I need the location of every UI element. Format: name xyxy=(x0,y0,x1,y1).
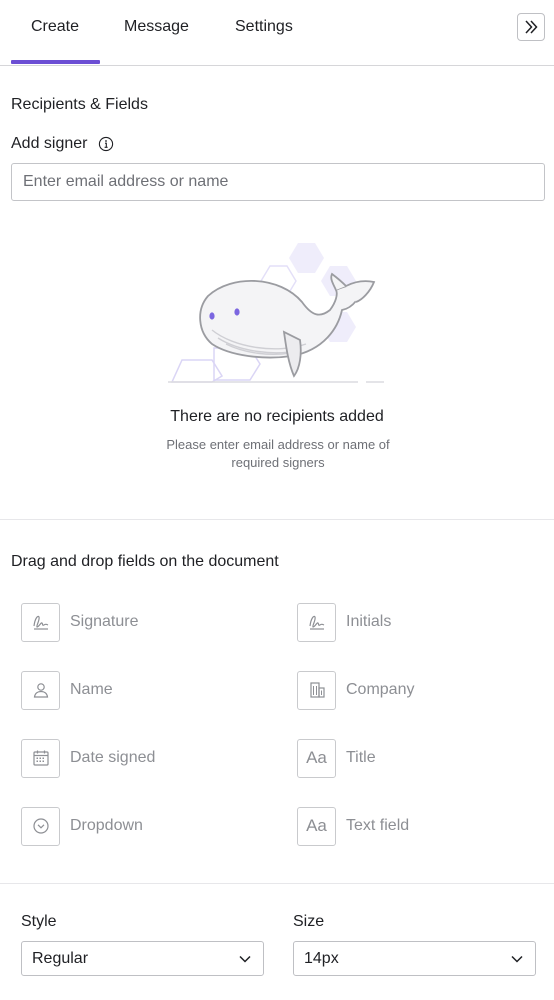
section-divider xyxy=(0,883,554,884)
collapse-panel-button[interactable] xyxy=(517,13,545,41)
add-signer-input[interactable] xyxy=(11,163,545,201)
field-initials-label: Initials xyxy=(346,613,392,630)
initials-icon xyxy=(308,615,324,630)
size-select-value: 14px xyxy=(304,949,339,967)
add-signer-row: Add signer xyxy=(11,134,114,154)
chevron-down-icon xyxy=(239,955,251,963)
field-date-signed[interactable]: Date signed xyxy=(21,738,155,778)
field-date-signed-label: Date signed xyxy=(70,749,156,766)
whale-illustration xyxy=(168,243,384,383)
field-dropdown[interactable]: Dropdown xyxy=(21,806,143,846)
field-name[interactable]: Name xyxy=(21,670,113,710)
calendar-icon xyxy=(32,750,49,766)
field-title-box: Aa xyxy=(297,738,336,778)
field-title-label: Title xyxy=(346,749,376,766)
field-company-label: Company xyxy=(346,681,415,698)
active-tab-indicator xyxy=(11,60,100,64)
section-divider xyxy=(0,519,554,520)
double-chevron-right-icon xyxy=(525,20,538,34)
recipients-section-title: Recipients & Fields xyxy=(11,96,148,113)
tab-message[interactable]: Message xyxy=(124,16,189,38)
person-icon xyxy=(33,683,48,698)
size-select[interactable]: 14px xyxy=(293,941,536,976)
field-signature-box xyxy=(21,602,60,642)
field-text-field-label: Text field xyxy=(346,817,410,834)
style-select[interactable]: Regular xyxy=(21,941,264,976)
info-icon[interactable] xyxy=(98,136,114,152)
field-title[interactable]: Aa Title xyxy=(297,738,376,778)
field-text-field-box: Aa xyxy=(297,806,336,846)
field-company[interactable]: Company xyxy=(297,670,414,710)
field-text-field[interactable]: Aa Text field xyxy=(297,806,409,846)
fields-section-title: Drag and drop fields on the document xyxy=(11,553,279,570)
field-date-signed-box xyxy=(21,738,60,778)
field-dropdown-box xyxy=(21,806,60,846)
signature-icon xyxy=(32,615,48,630)
field-name-box xyxy=(21,670,60,710)
style-select-value: Regular xyxy=(32,949,89,967)
style-label: Style xyxy=(21,913,57,930)
add-signer-label: Add signer xyxy=(11,135,88,152)
text-aa-icon: Aa xyxy=(306,748,327,767)
chevron-down-icon xyxy=(511,955,523,963)
tab-settings[interactable]: Settings xyxy=(235,16,293,38)
field-initials[interactable]: Initials xyxy=(297,602,391,642)
building-icon xyxy=(309,682,325,698)
field-name-label: Name xyxy=(70,681,113,698)
field-signature-label: Signature xyxy=(70,613,139,630)
text-aa-icon: Aa xyxy=(306,816,327,835)
field-company-box xyxy=(297,670,336,710)
tab-bar: Create Message Settings xyxy=(0,0,554,66)
empty-state-title: There are no recipients added xyxy=(170,408,384,425)
empty-state-subtitle: Please enter email address or name of re… xyxy=(166,437,390,470)
field-initials-box xyxy=(297,602,336,642)
chevron-circle-icon xyxy=(32,818,49,834)
tab-create[interactable]: Create xyxy=(31,16,79,38)
size-label: Size xyxy=(293,913,325,930)
field-signature[interactable]: Signature xyxy=(21,602,139,642)
field-dropdown-label: Dropdown xyxy=(70,817,143,834)
